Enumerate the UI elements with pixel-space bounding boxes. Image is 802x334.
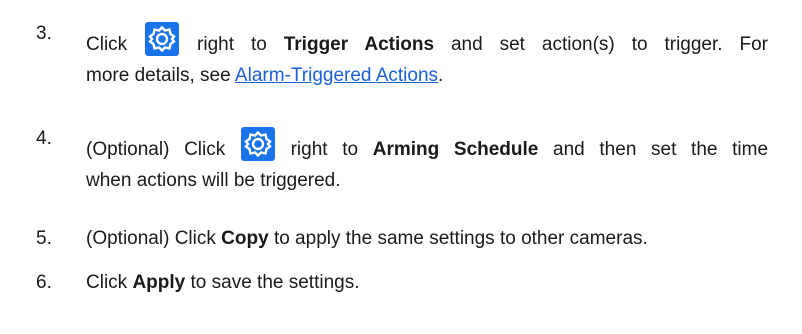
step-number: 6.: [36, 272, 52, 293]
step-3-line-2: more details, see Alarm-Triggered Action…: [86, 64, 443, 88]
gear-settings-icon[interactable]: [145, 22, 180, 56]
step-text: (Optional) Click: [86, 139, 226, 160]
ui-term: Arming Schedule: [372, 139, 539, 160]
step-text: to save the settings.: [190, 272, 360, 293]
step-number: 4.: [36, 128, 52, 149]
ui-term: Apply: [132, 272, 186, 293]
step-text: more details, see: [86, 65, 231, 86]
step-6-line-1: Click Apply to save the settings.: [86, 271, 360, 295]
step-text: (Optional) Click: [86, 228, 216, 249]
step-4-line-2: when actions will be triggered.: [86, 169, 341, 193]
gear-settings-icon[interactable]: [240, 127, 275, 161]
alarm-triggered-actions-link[interactable]: Alarm-Triggered Actions: [235, 65, 438, 86]
step-5-line-1: (Optional) Click Copy to apply the same …: [86, 227, 648, 251]
step-number: 3.: [36, 23, 52, 44]
ui-term: Trigger Actions: [283, 34, 435, 55]
step-text: .: [438, 65, 444, 86]
step-text: Click: [86, 34, 128, 55]
step-text: right to: [197, 34, 267, 55]
step-text: Click: [86, 272, 128, 293]
step-text: when actions will be triggered.: [86, 170, 341, 191]
step-text: and then set the time: [553, 139, 769, 160]
document-page: 3. Click right to Trigger Actions and se…: [0, 0, 802, 334]
step-3-line-1: Click right to Trigger Actions and set a…: [86, 22, 768, 57]
step-text: right to: [290, 139, 359, 160]
step-text: to apply the same settings to other came…: [273, 228, 648, 249]
step-4-line-1: (Optional) Click right to Arming Schedul…: [86, 127, 768, 162]
step-text: and set action(s) to trigger. For: [450, 34, 768, 55]
ui-term: Copy: [221, 228, 269, 249]
step-number: 5.: [36, 228, 52, 249]
